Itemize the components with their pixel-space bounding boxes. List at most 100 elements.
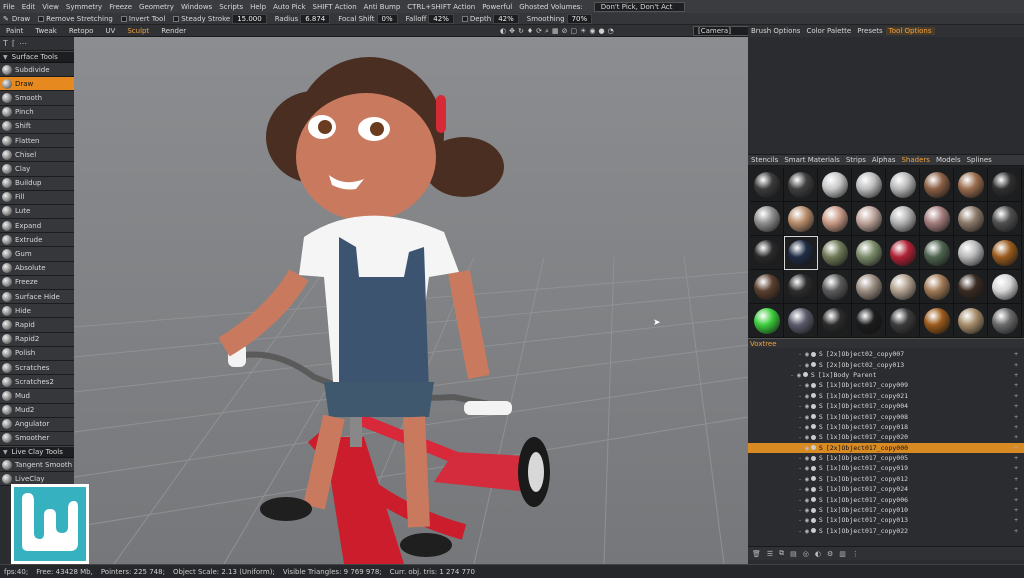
- live-clay-tools-header[interactable]: ▼ Live Clay Tools: [0, 446, 74, 459]
- voxtree-row[interactable]: - ◉ S [1x]Object017_copy009 +: [748, 380, 1024, 390]
- shader-swatch[interactable]: [988, 304, 1022, 338]
- shader-swatch[interactable]: [818, 236, 852, 270]
- surface-mode-icon[interactable]: S: [819, 423, 823, 431]
- falloff-input[interactable]: 42%: [428, 13, 454, 24]
- expand-icon[interactable]: -: [792, 496, 802, 504]
- add-icon[interactable]: +: [1014, 381, 1018, 389]
- voxtree-row[interactable]: - ◉ S [1x]Object017_copy022 +: [748, 526, 1024, 536]
- radius-input[interactable]: 6.874: [300, 13, 331, 24]
- shader-swatch[interactable]: [954, 270, 988, 304]
- tool-surface-hide[interactable]: Surface Hide: [0, 290, 74, 305]
- menu-edit[interactable]: Edit: [22, 3, 36, 11]
- shader-swatch[interactable]: [750, 168, 784, 202]
- voxtree-row[interactable]: - ◉ S [1x]Object017_copy018 +: [748, 422, 1024, 432]
- expand-icon[interactable]: -: [792, 423, 802, 431]
- voxtree-row[interactable]: - ◉ S [1x]Object017_copy005 +: [748, 453, 1024, 463]
- add-icon[interactable]: +: [1014, 444, 1018, 452]
- surface-mode-icon[interactable]: S: [819, 475, 823, 483]
- shader-swatch[interactable]: [988, 270, 1022, 304]
- voxtree-row[interactable]: - ◉ S [1x]Object017_copy008 +: [748, 411, 1024, 421]
- tool-clay[interactable]: Clay: [0, 162, 74, 177]
- voxtree-row[interactable]: - ◉ S [1x]Object017_copy004 +: [748, 401, 1024, 411]
- shader-swatch[interactable]: [784, 270, 818, 304]
- invert-tool-checkbox[interactable]: Invert Tool: [120, 15, 165, 23]
- frame-icon[interactable]: ▢: [570, 27, 577, 35]
- tool-polish[interactable]: Polish: [0, 346, 74, 361]
- volume-dot-icon[interactable]: [810, 497, 816, 503]
- surface-mode-icon[interactable]: S: [811, 371, 815, 379]
- circle-icon[interactable]: ◎: [803, 550, 809, 558]
- smoothing-input[interactable]: 70%: [566, 13, 593, 24]
- tab-shaders[interactable]: Shaders: [898, 156, 932, 164]
- tool-mud2[interactable]: Mud2: [0, 403, 74, 418]
- shader-swatch[interactable]: [988, 236, 1022, 270]
- tab-splines[interactable]: Splines: [964, 156, 995, 164]
- tab-uv[interactable]: UV: [99, 27, 121, 35]
- surface-mode-icon[interactable]: S: [819, 392, 823, 400]
- volume-dot-icon[interactable]: [810, 434, 816, 440]
- menu-view[interactable]: View: [42, 3, 59, 11]
- voxtree-row[interactable]: - ◉ S [1x]Object017_copy006 +: [748, 494, 1024, 504]
- shift-action-menu[interactable]: SHIFT Action: [313, 3, 357, 11]
- powerful-menu[interactable]: Powerful: [482, 3, 512, 11]
- tab-sculpt[interactable]: Sculpt: [121, 27, 155, 35]
- dot-icon[interactable]: ●: [598, 27, 604, 35]
- tool-flatten[interactable]: Flatten: [0, 133, 74, 149]
- depth-input[interactable]: 42%: [493, 13, 519, 24]
- tool-shift[interactable]: Shift: [0, 119, 74, 134]
- tool-scratches2[interactable]: Scratches2: [0, 375, 74, 390]
- move-icon[interactable]: ✥: [509, 27, 515, 35]
- surface-mode-icon[interactable]: S: [819, 485, 823, 493]
- tool-hide[interactable]: Hide: [0, 304, 74, 319]
- add-icon[interactable]: +: [1014, 464, 1018, 472]
- shader-swatch[interactable]: [750, 202, 784, 236]
- ghosted-volumes-select[interactable]: Don't Pick, Don't Act: [593, 1, 686, 12]
- add-icon[interactable]: +: [1014, 413, 1018, 421]
- tab-smart-materials[interactable]: Smart Materials: [781, 156, 842, 164]
- shader-swatch[interactable]: [954, 304, 988, 338]
- stack-icon[interactable]: ▥: [839, 550, 846, 558]
- tab-presets[interactable]: Presets: [854, 27, 885, 35]
- add-icon[interactable]: +: [1014, 516, 1018, 524]
- tool-subdivide[interactable]: Subdivide: [0, 63, 74, 78]
- shader-swatch[interactable]: [920, 202, 954, 236]
- tab-retopo[interactable]: Retopo: [63, 27, 100, 35]
- expand-icon[interactable]: -: [792, 475, 802, 483]
- add-icon[interactable]: +: [1014, 454, 1018, 462]
- volume-dot-icon[interactable]: [810, 382, 816, 388]
- list-icon[interactable]: ☰: [767, 550, 773, 558]
- shader-swatch[interactable]: [886, 304, 920, 338]
- tool-gum[interactable]: Gum: [0, 247, 74, 262]
- rotate-icon[interactable]: ↻: [518, 27, 524, 35]
- shader-swatch[interactable]: [818, 304, 852, 338]
- tool-absolute[interactable]: Absolute: [0, 261, 74, 276]
- tool-pinch[interactable]: Pinch: [0, 105, 74, 120]
- voxtree-row[interactable]: - ◉ S [1x]Object017_copy021 +: [748, 391, 1024, 401]
- add-icon[interactable]: +: [1014, 496, 1018, 504]
- voxtree-row[interactable]: - ◉ S [2x]Object02_copy013 +: [748, 359, 1024, 369]
- visibility-eye-icon[interactable]: ◉: [805, 392, 809, 400]
- gear-icon[interactable]: ⚙: [827, 550, 833, 558]
- depth-control[interactable]: Depth 42%: [461, 13, 519, 24]
- eye-icon[interactable]: ◉: [589, 27, 595, 35]
- tool-buildup[interactable]: Buildup: [0, 176, 74, 191]
- expand-icon[interactable]: -: [792, 361, 802, 369]
- volume-dot-icon[interactable]: [810, 486, 816, 492]
- bracket-icon[interactable]: ⌈: [12, 39, 15, 48]
- visibility-eye-icon[interactable]: ◉: [805, 433, 809, 441]
- tab-brush-options[interactable]: Brush Options: [748, 27, 803, 35]
- tab-render[interactable]: Render: [155, 27, 192, 35]
- auto-pick-toggle[interactable]: Auto Pick: [273, 3, 305, 11]
- text-tool-icon[interactable]: T: [3, 39, 8, 48]
- tool-scratches[interactable]: Scratches: [0, 360, 74, 376]
- shader-swatch[interactable]: [784, 168, 818, 202]
- voxtree-row[interactable]: - ◉ S [1x]Object017_copy020 +: [748, 432, 1024, 442]
- menu-windows[interactable]: Windows: [181, 3, 212, 11]
- falloff-control[interactable]: Falloff 42%: [406, 13, 454, 24]
- voxtree-row[interactable]: - ◉ S [1x]Object017_copy019 +: [748, 463, 1024, 473]
- volume-dot-icon[interactable]: [802, 372, 808, 378]
- tool-angulator[interactable]: Angulator: [0, 417, 74, 432]
- shader-swatch[interactable]: [750, 236, 784, 270]
- tab-tool-options[interactable]: Tool Options: [885, 27, 935, 35]
- visibility-eye-icon[interactable]: ◉: [805, 402, 809, 410]
